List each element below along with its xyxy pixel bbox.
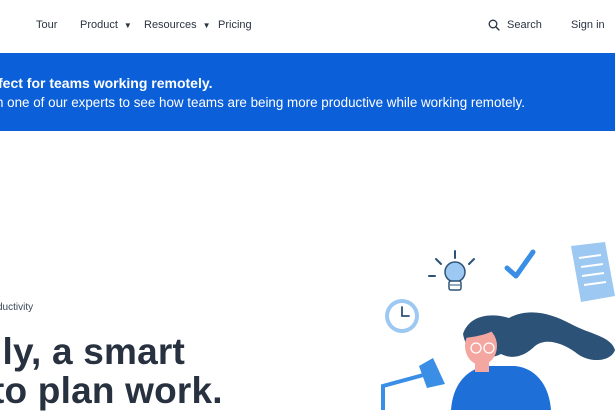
search-icon [488,19,500,31]
sign-in-link[interactable]: Sign in [571,19,605,31]
sign-in-label: Sign in [571,19,605,31]
nav-pricing-label: Pricing [218,19,252,31]
nav-product-label: Product [80,19,118,31]
nav-tour[interactable]: Tour [36,19,57,31]
nav-product[interactable]: Product ▼ [80,19,132,31]
search-button[interactable]: Search [488,19,542,31]
top-navigation: Tour Product ▼ Resources ▼ Pricing Searc… [0,0,615,53]
document-icon [571,242,615,302]
hero-headline-line-2: to plan work. [0,370,223,411]
nav-tour-label: Tour [36,19,58,31]
chevron-down-icon: ▼ [202,20,211,30]
nav-pricing[interactable]: Pricing [218,19,252,31]
person-illustration [451,312,615,410]
chevron-down-icon: ▼ [123,20,132,30]
search-label: Search [507,19,542,31]
hero-eyebrow: ductivity [0,302,34,313]
lightbulb-icon [428,250,475,291]
hero-headline: lly, a smart to plan work. [0,332,223,410]
hero-illustration [381,242,615,410]
hero-headline-line-1: lly, a smart [0,331,185,372]
nav-resources[interactable]: Resources ▼ [144,19,211,31]
remote-work-banner[interactable]: fect for teams working remotely. n one o… [0,53,615,131]
banner-title: fect for teams working remotely. [0,75,213,91]
banner-subtitle: n one of our experts to see how teams ar… [0,95,525,110]
checkmark-icon [504,249,536,279]
nav-resources-label: Resources [144,19,197,31]
clock-icon [385,299,419,333]
desk-lamp-icon [381,358,445,410]
